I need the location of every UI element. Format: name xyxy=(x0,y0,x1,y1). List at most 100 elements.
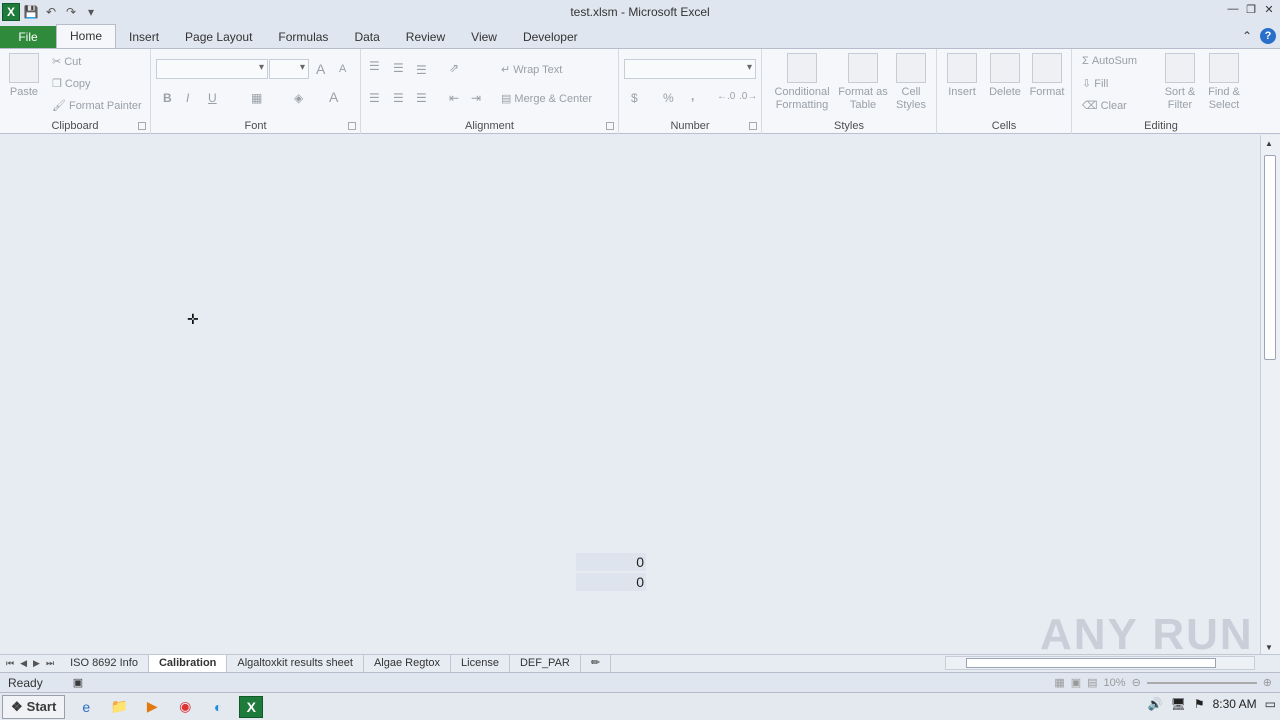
folder-icon[interactable]: 📁 xyxy=(107,696,131,718)
tab-view[interactable]: View xyxy=(458,26,510,48)
tab-data[interactable]: Data xyxy=(341,26,392,48)
help-icon[interactable]: ? xyxy=(1260,28,1276,44)
align-middle-icon[interactable]: ☰ xyxy=(393,61,404,75)
first-sheet-icon[interactable]: ⏮ xyxy=(6,658,14,669)
next-sheet-icon[interactable]: ▶ xyxy=(33,658,40,669)
redo-icon[interactable]: ↷ xyxy=(62,3,80,21)
find-select-button[interactable]: Find & Select xyxy=(1202,53,1246,112)
decrease-indent-icon[interactable]: ⇤ xyxy=(449,91,459,105)
zoom-slider[interactable] xyxy=(1146,681,1257,684)
autosum-button[interactable]: Σ AutoSum xyxy=(1082,55,1137,67)
show-desktop-icon[interactable]: ▭ xyxy=(1265,697,1276,711)
cell-styles-button[interactable]: Cell Styles xyxy=(890,53,932,112)
font-launcher-icon[interactable] xyxy=(348,122,356,130)
wrap-text-button[interactable]: ↵ Wrap Text xyxy=(501,63,562,77)
sort-filter-button[interactable]: Sort & Filter xyxy=(1160,53,1200,112)
close-icon[interactable]: ✕ xyxy=(1262,2,1276,16)
clipboard-launcher-icon[interactable] xyxy=(138,122,146,130)
percent-button[interactable]: % xyxy=(663,91,674,105)
undo-icon[interactable]: ↶ xyxy=(42,3,60,21)
scroll-up-icon[interactable]: ▲ xyxy=(1265,139,1273,148)
page-break-view-icon[interactable]: ▤ xyxy=(1087,676,1097,689)
paste-button[interactable]: Paste xyxy=(6,53,42,99)
cut-button[interactable]: ✂ Cut xyxy=(52,55,81,69)
minimize-icon[interactable]: — xyxy=(1226,2,1240,16)
save-icon[interactable]: 💾 xyxy=(22,3,40,21)
normal-view-icon[interactable]: ▦ xyxy=(1054,676,1064,689)
align-right-icon[interactable]: ☰ xyxy=(416,91,427,105)
last-sheet-icon[interactable]: ⏭ xyxy=(46,658,54,669)
format-as-table-button[interactable]: Format as Table xyxy=(838,53,888,112)
fill-button[interactable]: ⇩ Fill xyxy=(1082,77,1108,91)
sheet-tab-iso-8692-info[interactable]: ISO 8692 Info xyxy=(60,655,149,672)
number-format-combo[interactable] xyxy=(624,59,756,79)
format-cells-button[interactable]: Format xyxy=(1027,53,1067,99)
network-icon[interactable]: 🖥 xyxy=(1171,697,1186,711)
grow-font-button[interactable]: A xyxy=(316,61,325,77)
copy-button[interactable]: ❐ Copy xyxy=(52,77,91,91)
font-name-combo[interactable] xyxy=(156,59,268,79)
clear-button[interactable]: ⌫ Clear xyxy=(1082,99,1127,113)
cell-value[interactable]: 0 xyxy=(576,553,646,571)
excel-taskbar-icon[interactable]: X xyxy=(239,695,264,718)
scroll-down-icon[interactable]: ▼ xyxy=(1265,643,1273,652)
tab-review[interactable]: Review xyxy=(393,26,458,48)
delete-cells-button[interactable]: Delete xyxy=(985,53,1025,99)
tab-file[interactable]: File xyxy=(0,26,56,48)
clock[interactable]: 8:30 AM xyxy=(1213,697,1257,711)
align-top-icon[interactable]: ☰ xyxy=(369,59,380,73)
cell-value[interactable]: 0 xyxy=(576,573,646,591)
vertical-scrollbar[interactable]: ▲ ▼ xyxy=(1260,135,1280,654)
flag-icon[interactable]: ⚑ xyxy=(1194,697,1205,711)
zoom-out-icon[interactable]: ⊖ xyxy=(1132,676,1141,689)
tab-page-layout[interactable]: Page Layout xyxy=(172,26,265,48)
alignment-launcher-icon[interactable] xyxy=(606,122,614,130)
tab-developer[interactable]: Developer xyxy=(510,26,591,48)
conditional-formatting-button[interactable]: Conditional Formatting xyxy=(766,53,838,112)
customize-icon[interactable]: ▾ xyxy=(82,3,100,21)
sheet-tab-algaltoxkit[interactable]: Algaltoxkit results sheet xyxy=(227,655,364,672)
borders-icon[interactable]: ▦ xyxy=(251,91,262,105)
ie-icon[interactable]: e xyxy=(74,696,98,718)
tab-formulas[interactable]: Formulas xyxy=(265,26,341,48)
volume-icon[interactable]: 🔊 xyxy=(1148,697,1163,711)
sheet-tab-algae-regtox[interactable]: Algae Regtox xyxy=(364,655,452,672)
align-left-icon[interactable]: ☰ xyxy=(369,91,380,105)
media-player-icon[interactable]: ▶ xyxy=(140,696,164,718)
prev-sheet-icon[interactable]: ◀ xyxy=(20,658,27,669)
orientation-icon[interactable]: ⇗ xyxy=(449,61,459,75)
horizontal-scrollbar[interactable] xyxy=(945,656,1255,670)
worksheet-area[interactable]: 0 0 xyxy=(0,135,1260,654)
tab-home[interactable]: Home xyxy=(56,24,117,48)
shrink-font-button[interactable]: A xyxy=(339,63,346,75)
page-layout-view-icon[interactable]: ▣ xyxy=(1071,676,1081,689)
zoom-in-icon[interactable]: ⊕ xyxy=(1263,676,1272,689)
restore-icon[interactable]: ❐ xyxy=(1244,2,1258,16)
comma-button[interactable]: , xyxy=(691,89,694,103)
font-color-button[interactable]: A xyxy=(329,89,338,105)
excel-icon[interactable]: X xyxy=(2,3,20,21)
macro-record-icon[interactable]: ▣ xyxy=(73,676,83,689)
underline-button[interactable]: U xyxy=(208,91,217,105)
italic-button[interactable]: I xyxy=(186,91,189,105)
number-launcher-icon[interactable] xyxy=(749,122,757,130)
sheet-tab-license[interactable]: License xyxy=(451,655,510,672)
horizontal-scroll-thumb[interactable] xyxy=(966,658,1216,668)
sheet-tab-calibration[interactable]: Calibration xyxy=(148,655,228,672)
decrease-decimal-icon[interactable]: .0→ xyxy=(739,91,757,102)
start-button[interactable]: ❖ Start xyxy=(2,694,66,719)
increase-indent-icon[interactable]: ⇥ xyxy=(471,91,481,105)
chrome-icon[interactable]: ◉ xyxy=(173,696,197,718)
align-center-icon[interactable]: ☰ xyxy=(393,91,404,105)
vertical-scroll-thumb[interactable] xyxy=(1264,155,1276,360)
increase-decimal-icon[interactable]: ←.0 xyxy=(717,91,735,102)
insert-sheet-icon[interactable]: ✏ xyxy=(581,655,612,672)
font-size-combo[interactable] xyxy=(269,59,309,79)
fill-color-icon[interactable]: ◈ xyxy=(294,91,303,105)
edge-icon[interactable]: ◐ xyxy=(206,696,230,718)
minimize-ribbon-icon[interactable]: ⌃ xyxy=(1242,29,1252,43)
format-painter-button[interactable]: 🖌 Format Painter xyxy=(52,99,142,113)
insert-cells-button[interactable]: Insert xyxy=(943,53,981,99)
bold-button[interactable]: B xyxy=(163,91,172,105)
sheet-tab-def-par[interactable]: DEF_PAR xyxy=(510,655,581,672)
